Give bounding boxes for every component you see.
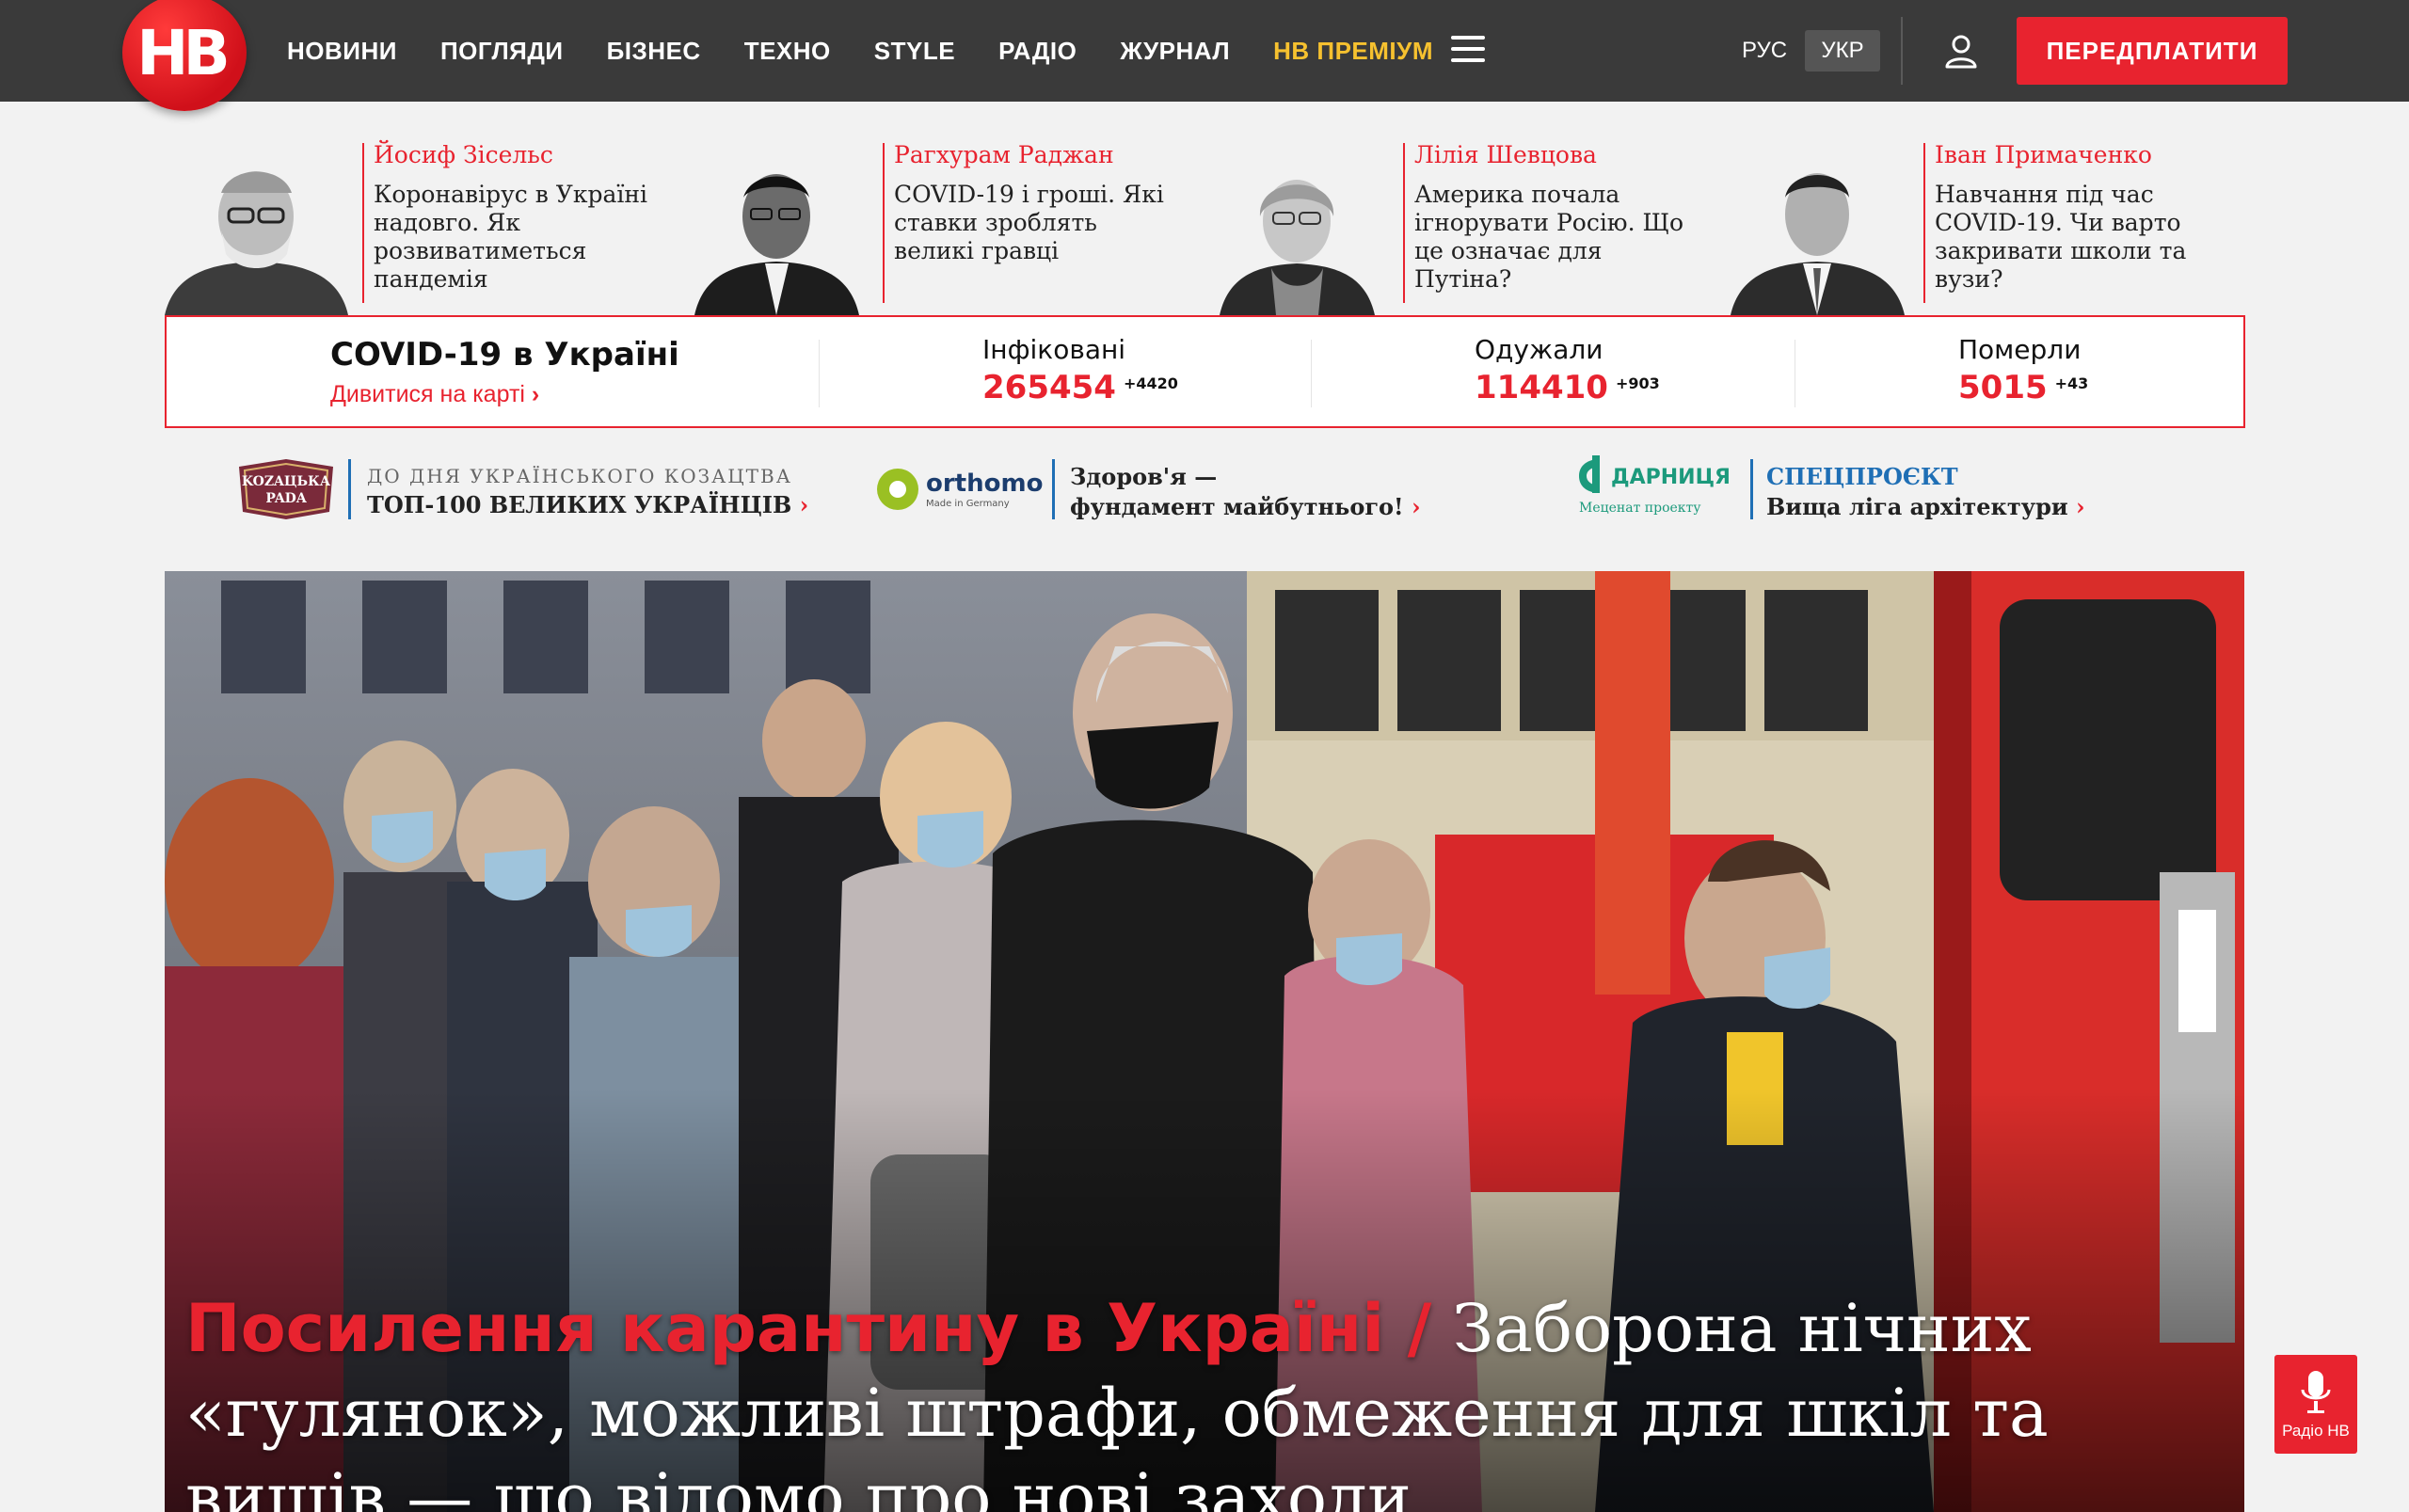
orthomol-logo: orthomol Made in Germany [877, 469, 1045, 510]
microphone-icon [2301, 1370, 2331, 1413]
stat-label: Інфіковані [982, 334, 1126, 365]
partner-kicker: ДО ДНЯ УКРАЇНСЬКОГО КОЗАЦТВА [367, 465, 792, 487]
svg-text:ДАРНИЦЯ: ДАРНИЦЯ [1611, 466, 1731, 489]
covid-map-link[interactable]: Дивитися на карті › [330, 381, 539, 408]
kozatska-rada-logo: KOZAЦЬКА PADA [239, 459, 333, 519]
stat-deaths: Померли 5015 +43 [1958, 334, 2088, 406]
svg-text:PADA: PADA [265, 491, 308, 506]
darnytsia-logo: ДАРНИЦЯ Меценат проекту [1579, 455, 1731, 516]
author-name[interactable]: Йосиф Зісельс [374, 141, 553, 168]
partner-kozatska[interactable]: KOZAЦЬКА PADA ДО ДНЯ УКРАЇНСЬКОГО КОЗАЦТ… [235, 452, 894, 519]
nav-item-news[interactable]: НОВИНИ [287, 37, 397, 66]
svg-text:Made in Germany: Made in Germany [926, 499, 1010, 509]
opinion-card[interactable]: Іван Примаченко Навчання під час COVID-1… [1726, 132, 2246, 315]
chevron-right-icon: › [2076, 493, 2085, 520]
opinion-card[interactable]: Лілія Шевцова Америка почала ігнорувати … [1205, 132, 1726, 315]
nv-logo[interactable]: НВ [122, 0, 247, 111]
stat-value: 5015 [1958, 369, 2048, 406]
hero-article[interactable]: Посилення карантину в Україні / Заборона… [165, 571, 2244, 1512]
stat-label: Одужали [1475, 334, 1603, 365]
opinion-card[interactable]: Йосиф Зісельс Коронавірус в Україні надо… [165, 132, 685, 315]
stat-delta: +43 [2054, 374, 2089, 392]
nav-item-business[interactable]: БІЗНЕС [607, 37, 701, 66]
hero-headline[interactable]: Посилення карантину в Україні / Заборона… [185, 1286, 2209, 1512]
header-divider [1901, 17, 1903, 85]
stat-label: Померли [1958, 334, 2082, 365]
stat-recovered: Одужали 114410 +903 [1475, 334, 1660, 406]
partner-title-text: фундамент майбутнього! [1070, 493, 1404, 520]
nav-item-radio[interactable]: РАДІО [998, 37, 1077, 66]
svg-text:Меценат проекту: Меценат проекту [1579, 501, 1701, 516]
partner-title[interactable]: Вища ліга архітектури › [1766, 493, 2085, 520]
nav-item-views[interactable]: ПОГЛЯДИ [440, 37, 564, 66]
radio-nv-widget[interactable]: Радіо НВ [2274, 1355, 2357, 1454]
logo-text: НВ [136, 16, 231, 89]
radio-widget-label: Радіо НВ [2282, 1421, 2350, 1440]
map-link-label: Дивитися на карті [330, 381, 525, 407]
stat-value: 114410 [1475, 369, 1608, 406]
stat-infected: Інфіковані 265454 +4420 [982, 334, 1178, 406]
nav-item-premium[interactable]: НВ ПРЕМІУМ [1273, 37, 1433, 66]
author-name[interactable]: Лілія Шевцова [1414, 141, 1597, 168]
hamburger-menu-icon[interactable] [1451, 36, 1485, 64]
partner-title-text: ТОП-100 ВЕЛИКИХ УКРАЇНЦІВ [367, 491, 792, 518]
opinion-card[interactable]: Рагхурам Раджан COVID-19 і гроші. Які ст… [685, 132, 1205, 315]
chevron-right-icon: › [1411, 493, 1421, 520]
stat-value: 265454 [982, 369, 1116, 406]
svg-text:orthomol: orthomol [926, 470, 1045, 498]
partner-title[interactable]: фундамент майбутнього! › [1070, 493, 1421, 520]
partner-kicker: СПЕЦПРОЄКТ [1766, 463, 1958, 490]
partner-title-text: Вища ліга архітектури [1766, 493, 2068, 520]
opinion-title[interactable]: Америка почала ігнорувати Росію. Що це о… [1414, 181, 1697, 294]
partner-title[interactable]: ТОП-100 ВЕЛИКИХ УКРАЇНЦІВ › [367, 491, 808, 518]
nav-item-magazine[interactable]: ЖУРНАЛ [1120, 37, 1230, 66]
nav-item-style[interactable]: STYLE [874, 37, 955, 66]
stat-delta: +4420 [1123, 374, 1178, 392]
author-photo [1731, 173, 1905, 315]
hero-category[interactable]: Посилення карантину в Україні / [185, 1290, 1431, 1367]
opinion-title[interactable]: Коронавірус в Україні надовго. Як розвив… [374, 181, 656, 294]
author-photo [1220, 180, 1375, 315]
top-navigation-bar: НВ НОВИНИ ПОГЛЯДИ БІЗНЕС ТЕХНО STYLE РАД… [0, 0, 2409, 111]
opinions-strip: Йосиф Зісельс Коронавірус в Україні надо… [165, 132, 2244, 315]
partner-kicker: Здоров'я — [1070, 463, 1218, 490]
lang-ru-button[interactable]: РУС [1731, 30, 1797, 72]
opinion-title[interactable]: COVID-19 і гроші. Які ставки зроблять ве… [894, 181, 1176, 265]
author-name[interactable]: Рагхурам Раджан [894, 141, 1114, 168]
subscribe-button[interactable]: ПЕРЕДПЛАТИТИ [2017, 17, 2288, 85]
user-account-icon[interactable] [1942, 32, 1980, 70]
nav-item-techno[interactable]: ТЕХНО [744, 37, 831, 66]
partner-orthomol[interactable]: orthomol Made in Germany Здоров'я — фунд… [875, 452, 1534, 520]
partner-darnytsia[interactable]: ДАРНИЦЯ Меценат проекту СПЕЦПРОЄКТ Вища … [1573, 452, 2232, 520]
stat-delta: +903 [1615, 374, 1660, 392]
partner-projects-strip: KOZAЦЬКА PADA ДО ДНЯ УКРАЇНСЬКОГО КОЗАЦТ… [165, 442, 2245, 527]
covid-title: COVID-19 в Україні [330, 336, 679, 374]
svg-text:KOZAЦЬКА: KOZAЦЬКА [242, 474, 331, 489]
covid-stats-panel[interactable]: COVID-19 в Україні Дивитися на карті › І… [165, 315, 2245, 428]
author-name[interactable]: Іван Примаченко [1935, 141, 2152, 168]
chevron-right-icon: › [531, 381, 540, 407]
author-photo [694, 174, 859, 315]
lang-uk-button[interactable]: УКР [1805, 30, 1880, 72]
author-photo [165, 171, 348, 315]
opinion-title[interactable]: Навчання під час COVID-19. Чи варто закр… [1935, 181, 2217, 294]
chevron-right-icon: › [799, 491, 809, 518]
main-nav: НОВИНИ ПОГЛЯДИ БІЗНЕС ТЕХНО STYLE РАДІО … [287, 0, 1476, 102]
